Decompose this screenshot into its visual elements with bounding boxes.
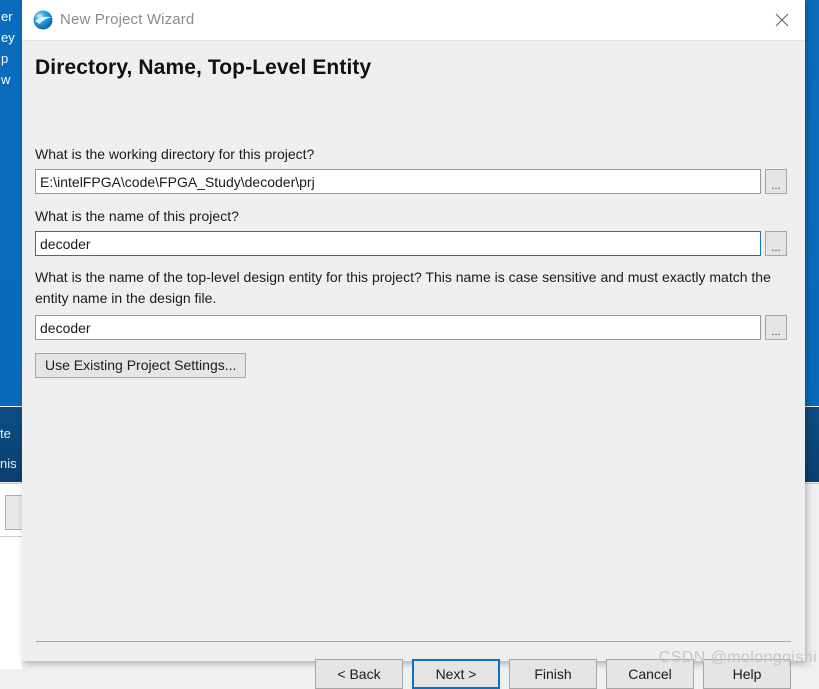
project-name-input[interactable] — [35, 231, 761, 256]
background-blue-panel-right — [805, 0, 819, 406]
close-icon[interactable] — [759, 0, 805, 40]
back-button[interactable]: < Back — [315, 659, 403, 689]
top-level-entity-label: What is the name of the top-level design… — [35, 269, 771, 306]
background-text-line: ey — [1, 30, 15, 45]
background-navy-text-line: te — [0, 426, 11, 441]
background-text-line: er — [1, 9, 13, 24]
page-title: Directory, Name, Top-Level Entity — [35, 56, 372, 79]
dialog-body: Directory, Name, Top-Level Entity What i… — [22, 41, 805, 689]
project-name-row: ... — [35, 231, 787, 256]
dialog-titlebar: New Project Wizard — [22, 0, 805, 41]
background-lower-right-edge — [805, 483, 819, 669]
working-directory-row: ... — [35, 169, 787, 194]
cancel-button[interactable]: Cancel — [606, 659, 694, 689]
background-lower-panel-box — [5, 495, 23, 530]
background-navy-text-fragments: te nis — [0, 419, 22, 479]
screen: er ey p w te nis New Project Wizard Dire… — [0, 0, 819, 689]
dialog-title: New Project Wizard — [60, 11, 195, 28]
top-level-entity-browse-button[interactable]: ... — [765, 315, 787, 340]
background-left-text-fragments: er ey p w — [0, 6, 22, 90]
quartus-sphere-icon — [32, 9, 54, 31]
finish-button[interactable]: Finish — [509, 659, 597, 689]
working-directory-label: What is the working directory for this p… — [35, 146, 315, 162]
background-lower-panel-divider — [0, 536, 22, 537]
project-name-label: What is the name of this project? — [35, 208, 239, 224]
background-text-line: p — [1, 51, 9, 66]
project-name-browse-button[interactable]: ... — [765, 231, 787, 256]
next-button[interactable]: Next > — [412, 659, 500, 689]
help-button[interactable]: Help — [703, 659, 791, 689]
background-navy-panel-right — [805, 407, 819, 482]
background-navy-text-line: nis — [0, 456, 17, 471]
dialog-button-row: < Back Next > Finish Cancel Help — [36, 659, 791, 689]
working-directory-input[interactable] — [35, 169, 761, 194]
new-project-wizard-dialog: New Project Wizard Directory, Name, Top-… — [22, 0, 805, 689]
top-level-entity-input[interactable] — [35, 315, 761, 340]
working-directory-browse-button[interactable]: ... — [765, 169, 787, 194]
background-text-line: w — [1, 72, 11, 87]
use-existing-project-settings-button[interactable]: Use Existing Project Settings... — [35, 353, 247, 378]
top-level-entity-row: ... — [35, 315, 787, 340]
footer-separator — [36, 641, 791, 642]
